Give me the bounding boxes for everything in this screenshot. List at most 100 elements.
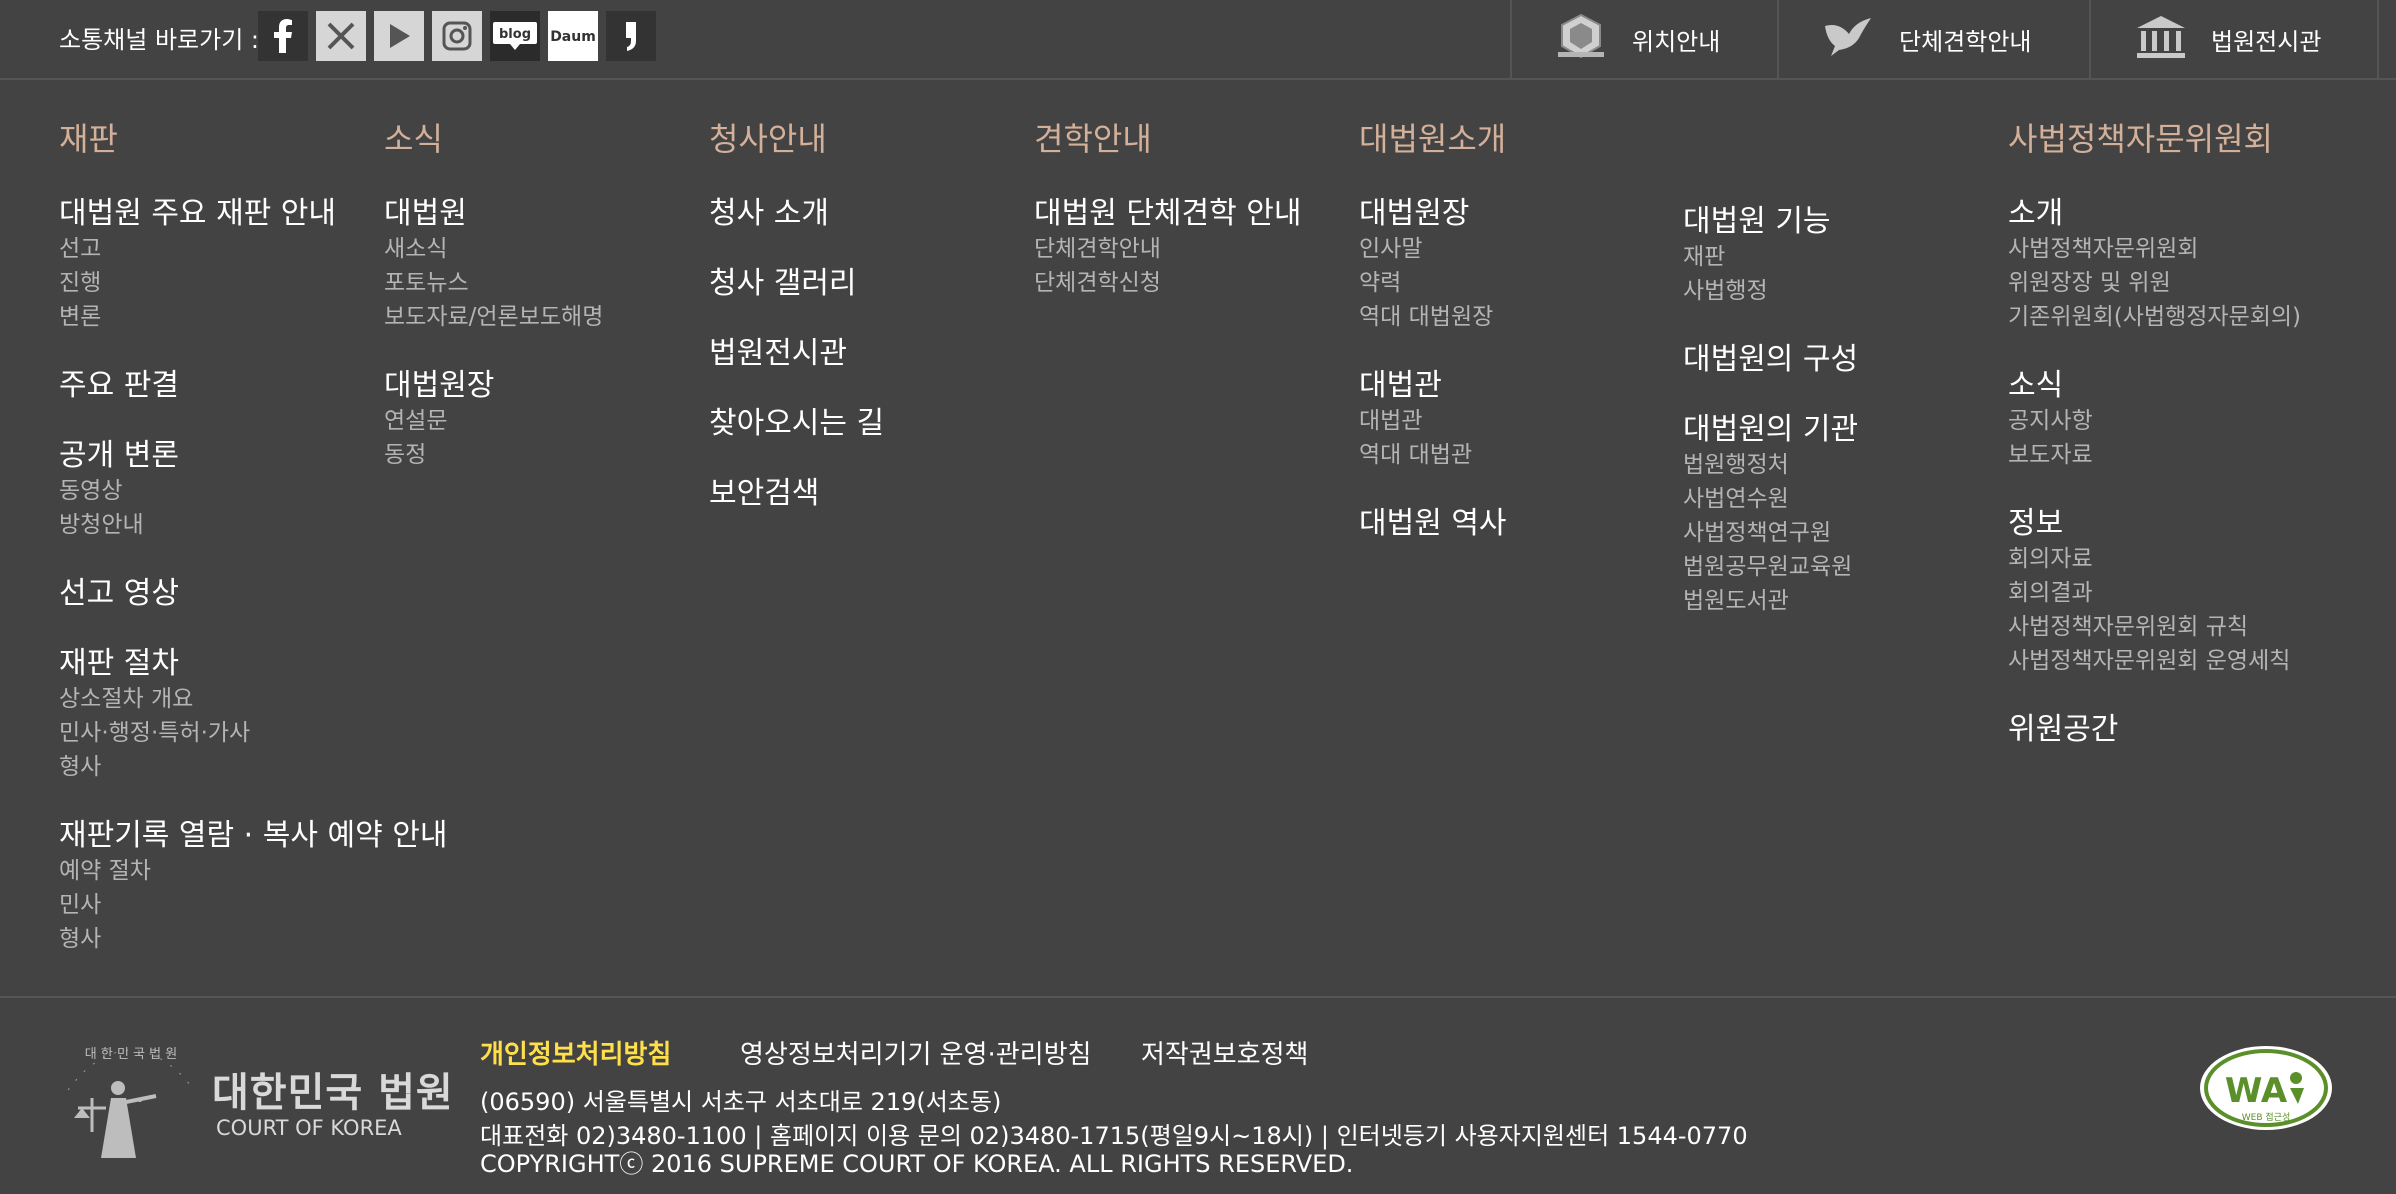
menu-item[interactable]: 변론 (59, 297, 101, 331)
group-title[interactable]: 법원전시관 (709, 328, 847, 372)
menu-item[interactable]: 포토뉴스 (384, 263, 469, 297)
menu-item[interactable]: 보도자료/언론보도해명 (384, 297, 603, 331)
bird-icon (1825, 18, 1871, 56)
court-logo-english: COURT OF KOREA (216, 1116, 402, 1140)
menu-item[interactable]: 사법정책자문위원회 (2008, 229, 2198, 263)
quick-link-label: 법원전시관 (2211, 28, 2322, 56)
menu-item[interactable]: 회의결과 (2008, 573, 2093, 607)
top-bar: 소통채널 바로가기 : blog Daum 위치안내 단체견학안내 법원전시관 (0, 0, 2396, 80)
daum-link[interactable]: Daum (548, 11, 598, 61)
menu-item[interactable]: 형사 (59, 747, 101, 781)
menu-item[interactable]: 법원공무원교육원 (1683, 547, 1852, 581)
menu-item[interactable]: 위원장장 및 위원 (2008, 263, 2171, 297)
cctv-policy-link[interactable]: 영상정보처리기기 운영·관리방침 (740, 1034, 1091, 1071)
menu-item[interactable]: 사법정책연구원 (1683, 513, 1831, 547)
menu-item[interactable]: 사법연수원 (1683, 479, 1789, 513)
quick-link-location[interactable]: 위치안내 (1510, 0, 1777, 78)
menu-item[interactable]: 회의자료 (2008, 539, 2093, 573)
facebook-icon (274, 19, 292, 53)
group-title[interactable]: 공개 변론 (59, 430, 179, 474)
channels-label: 소통채널 바로가기 : (59, 26, 259, 54)
group-title[interactable]: 대법관 (1359, 360, 1442, 404)
group-title[interactable]: 소개 (2008, 188, 2063, 232)
category-title[interactable]: 청사안내 (709, 114, 827, 160)
menu-item[interactable]: 단체견학신청 (1034, 263, 1161, 297)
menu-item[interactable]: 사법정책자문위원회 운영세칙 (2008, 641, 2290, 675)
blog-link[interactable]: blog (490, 11, 540, 61)
category-title[interactable]: 재판 (59, 114, 118, 160)
menu-item[interactable]: 사법행정 (1683, 271, 1768, 305)
instagram-link[interactable] (432, 11, 482, 61)
menu-item[interactable]: 단체견학안내 (1034, 229, 1161, 263)
daum-icon: Daum (550, 29, 596, 45)
svg-text:Daum: Daum (550, 29, 596, 45)
group-title[interactable]: 소식 (2008, 360, 2063, 404)
menu-item[interactable]: 연설문 (384, 401, 447, 435)
menu-item[interactable]: 선고 (59, 229, 101, 263)
menu-item[interactable]: 예약 절차 (59, 851, 151, 885)
group-title[interactable]: 정보 (2008, 498, 2063, 542)
group-title[interactable]: 보안검색 (709, 468, 819, 512)
group-title[interactable]: 대법원장 (1359, 188, 1469, 232)
menu-item[interactable]: 민사·행정·특허·가사 (59, 713, 250, 747)
quick-link-exhibition[interactable]: 법원전시관 (2089, 0, 2381, 78)
group-title[interactable]: 주요 판결 (59, 360, 179, 404)
menu-item[interactable]: 새소식 (384, 229, 447, 263)
group-title[interactable]: 청사 갤러리 (709, 258, 857, 302)
menu-item[interactable]: 상소절차 개요 (59, 679, 193, 713)
quick-link-group-tour[interactable]: 단체견학안내 (1777, 0, 2089, 78)
menu-item[interactable]: 형사 (59, 919, 101, 953)
group-title[interactable]: 대법원장 (384, 360, 494, 404)
group-title[interactable]: 선고 영상 (59, 568, 179, 612)
museum-icon (2137, 16, 2185, 58)
group-title[interactable]: 위원공간 (2008, 704, 2118, 748)
menu-item[interactable]: 진행 (59, 263, 101, 297)
group-title[interactable]: 대법원 주요 재판 안내 (59, 188, 336, 232)
menu-item[interactable]: 역대 대법원장 (1359, 297, 1493, 331)
group-title[interactable]: 대법원 (384, 188, 467, 232)
menu-item[interactable]: 대법관 (1359, 401, 1422, 435)
group-title[interactable]: 찾아오시는 길 (709, 398, 884, 442)
category-title[interactable]: 견학안내 (1034, 114, 1152, 160)
menu-item[interactable]: 보도자료 (2008, 435, 2093, 469)
menu-item[interactable]: 법원도서관 (1683, 581, 1789, 615)
menu-item[interactable]: 기존위원회(사법행정자문회의) (2008, 297, 2301, 331)
brunch-link[interactable] (606, 11, 656, 61)
menu-item[interactable]: 동정 (384, 435, 426, 469)
court-logo-korean: 대한민국 법원 (212, 1070, 454, 1116)
category-title[interactable]: 사법정책자문위원회 (2008, 114, 2273, 160)
footer-copyright: COPYRIGHTⓒ 2016 SUPREME COURT OF KOREA. … (480, 1150, 1354, 1178)
menu-item[interactable]: 인사말 (1359, 229, 1422, 263)
copyright-policy-link[interactable]: 저작권보호정책 (1141, 1034, 1308, 1071)
menu-item[interactable]: 재판 (1683, 237, 1725, 271)
youtube-link[interactable] (374, 11, 424, 61)
category-title[interactable]: 대법원소개 (1359, 114, 1506, 160)
group-title[interactable]: 대법원의 구성 (1683, 334, 1858, 378)
brunch-icon (626, 22, 636, 51)
x-link[interactable] (316, 11, 366, 61)
footer-address: (06590) 서울특별시 서초구 서초대로 219(서초동) (480, 1088, 1002, 1116)
menu-item[interactable]: 방청안내 (59, 505, 144, 539)
menu-item[interactable]: 민사 (59, 885, 101, 919)
menu-item[interactable]: 역대 대법관 (1359, 435, 1472, 469)
privacy-policy-link[interactable]: 개인정보처리방침 (480, 1034, 671, 1071)
group-title[interactable]: 청사 소개 (709, 188, 829, 232)
play-icon (390, 24, 410, 48)
group-title[interactable]: 재판 절차 (59, 638, 179, 682)
menu-item[interactable]: 약력 (1359, 263, 1401, 297)
menu-item[interactable]: 동영상 (59, 471, 122, 505)
group-title[interactable]: 대법원 역사 (1359, 498, 1507, 542)
menu-item[interactable]: 공지사항 (2008, 401, 2093, 435)
svg-text:blog: blog (499, 27, 531, 42)
web-accessibility-badge-icon[interactable]: WA WEB 접근성 (2194, 1040, 2338, 1140)
quick-link-label: 위치안내 (1632, 28, 1721, 56)
facebook-link[interactable] (258, 11, 308, 61)
group-title[interactable]: 재판기록 열람 · 복사 예약 안내 (59, 810, 447, 854)
instagram-icon (442, 21, 472, 51)
group-title[interactable]: 대법원 단체견학 안내 (1034, 188, 1301, 232)
group-title[interactable]: 대법원 기능 (1683, 196, 1831, 240)
category-title[interactable]: 소식 (384, 114, 443, 160)
group-title[interactable]: 대법원의 기관 (1683, 404, 1858, 448)
menu-item[interactable]: 사법정책자문위원회 규칙 (2008, 607, 2248, 641)
menu-item[interactable]: 법원행정처 (1683, 445, 1789, 479)
